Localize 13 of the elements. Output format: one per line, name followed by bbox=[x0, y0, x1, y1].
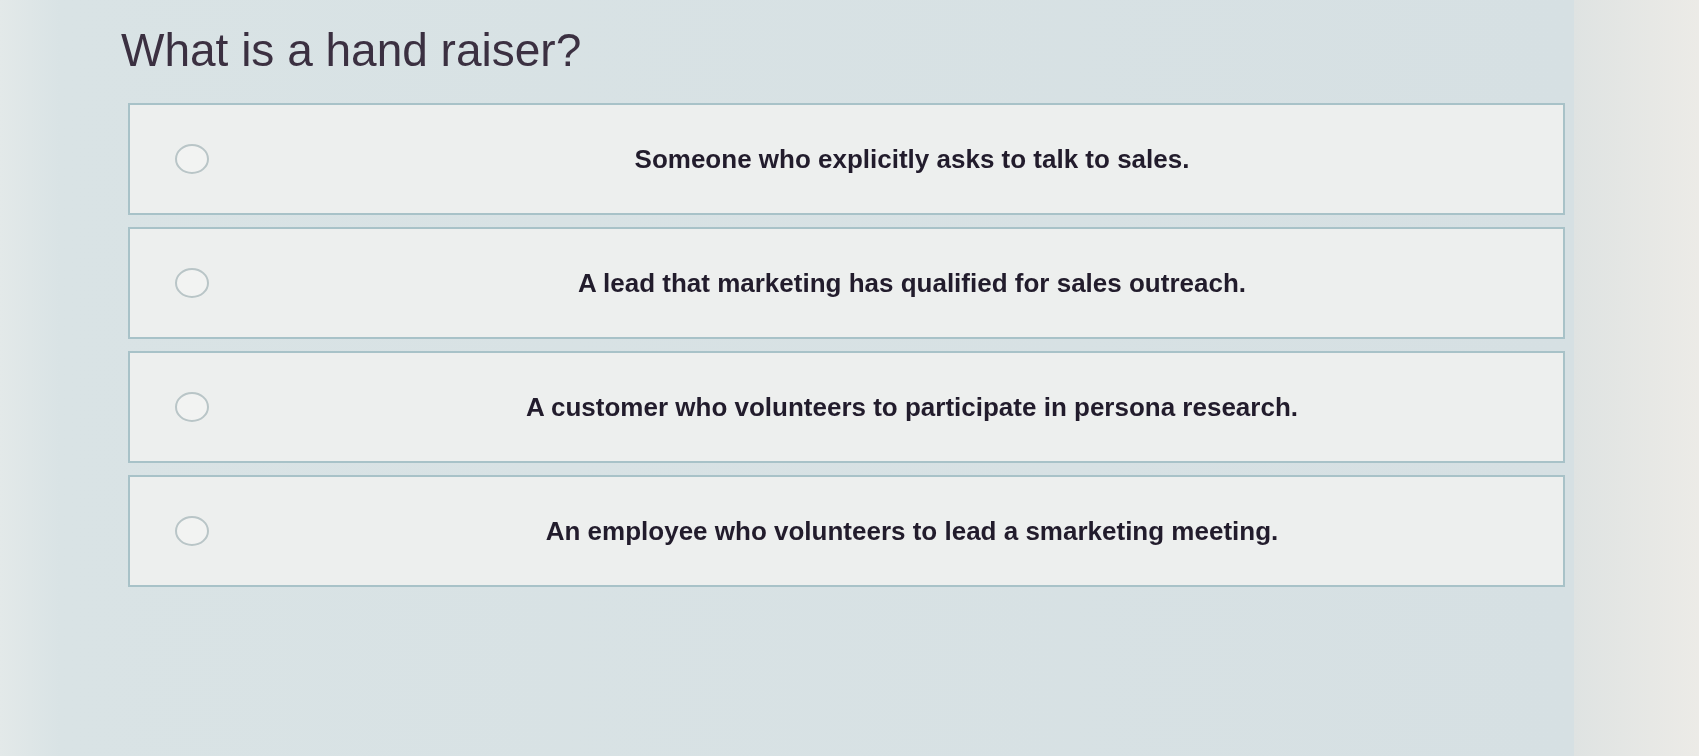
answer-option[interactable]: A customer who volunteers to participate in persona research. bbox=[128, 351, 1565, 463]
question-title: What is a hand raiser? bbox=[121, 23, 582, 78]
answer-text: An employee who volunteers to lead a smarketing meeting. bbox=[545, 515, 1279, 547]
answer-option[interactable]: A lead that marketing has qualified for sales outreach. bbox=[128, 227, 1565, 339]
radio-button[interactable] bbox=[175, 392, 209, 422]
answer-text: A lead that marketing has qualified for sales outreach. bbox=[578, 267, 1246, 299]
radio-button[interactable] bbox=[175, 144, 209, 174]
answer-option[interactable]: Someone who explicitly asks to talk to sales. bbox=[128, 103, 1565, 215]
answer-option[interactable]: An employee who volunteers to lead a smarketing meeting. bbox=[128, 475, 1565, 587]
answer-text: Someone who explicitly asks to talk to sales. bbox=[634, 143, 1190, 175]
radio-button[interactable] bbox=[175, 516, 209, 546]
answer-text: A customer who volunteers to participate in persona research. bbox=[526, 391, 1298, 423]
radio-button[interactable] bbox=[175, 268, 209, 298]
